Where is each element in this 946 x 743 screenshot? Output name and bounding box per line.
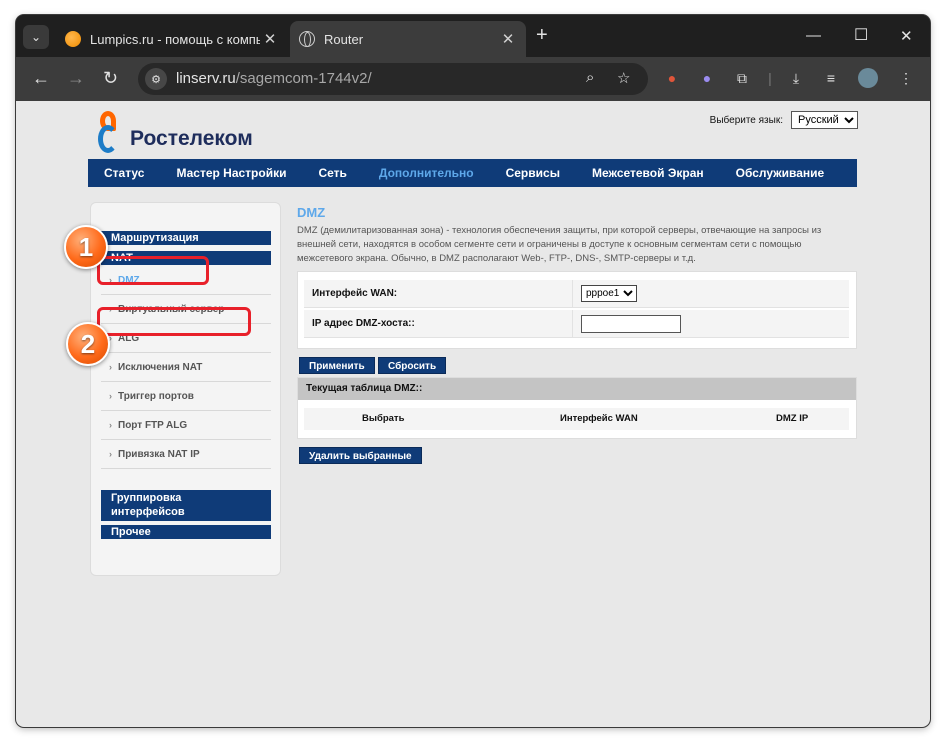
forward-icon[interactable]: → (67, 67, 85, 89)
new-tab-button[interactable]: + (536, 25, 548, 45)
rostelecom-logo-icon (98, 111, 128, 153)
sidebar-item-label: Привязка NAT IP (118, 448, 200, 460)
delete-selected-button[interactable]: Удалить выбранные (299, 447, 422, 464)
close-icon[interactable]: ✕ (498, 30, 518, 48)
dmz-host-input[interactable] (581, 314, 681, 333)
extension-fox-icon[interactable]: ● (662, 68, 682, 88)
maximize-icon[interactable]: ☐ (854, 25, 868, 45)
row-divider (572, 279, 573, 308)
url-host: linserv.ru (176, 70, 236, 87)
column-select: Выбрать (362, 413, 405, 424)
url-path: /sagemcom-1744v2/ (235, 70, 372, 87)
arrow-right-icon: › (109, 362, 112, 372)
sidebar-item-label: Триггер портов (118, 390, 194, 402)
nav-wizard[interactable]: Мастер Настройки (160, 166, 302, 180)
extension-ghost-icon[interactable]: ● (697, 68, 717, 88)
tab-strip: ⌄ Lumpics.ru - помощь с компьютером ✕ Ro… (16, 15, 930, 57)
page-viewport: Ростелеком Выберите язык: Русский Статус… (16, 101, 930, 727)
apply-button[interactable]: Применить (299, 357, 375, 374)
rostelecom-logo: Ростелеком (98, 111, 253, 153)
sidebar-other[interactable]: Прочее (101, 525, 271, 539)
brand-name: Ростелеком (130, 127, 253, 150)
address-bar[interactable]: ⚙ linserv.ru/sagemcom-1744v2/ ⌕ ☆ (138, 63, 648, 95)
callout-highlight-virtual-server (97, 307, 251, 336)
tab-lumpics[interactable]: Lumpics.ru - помощь с компьютером ✕ (56, 21, 288, 57)
extensions-puzzle-icon[interactable]: ⧉ (732, 68, 752, 88)
reset-button[interactable]: Сбросить (378, 357, 447, 374)
back-icon[interactable]: ← (32, 67, 50, 89)
media-control-icon[interactable]: ≡ (821, 68, 841, 88)
language-label: Выберите язык: (709, 114, 783, 126)
sidebar-interface-grouping[interactable]: Группировка интерфейсов (101, 490, 271, 521)
row-divider (572, 309, 573, 338)
sidebar-item-label: Исключения NAT (118, 361, 203, 373)
nav-network[interactable]: Сеть (302, 166, 362, 180)
sidebar-item-ftp-alg-port[interactable]: › Порт FTP ALG (101, 411, 271, 440)
sidebar-item-port-trigger[interactable]: › Триггер портов (101, 382, 271, 411)
sidebar-item-label: Порт FTP ALG (118, 419, 188, 431)
sidebar-group-line2: интерфейсов (111, 506, 185, 518)
dmz-host-row: IP адрес DMZ-хоста:: (304, 309, 849, 338)
chevron-down-icon: ⌄ (30, 30, 42, 44)
zoom-icon[interactable]: ⌕ (586, 69, 594, 86)
site-info-icon[interactable]: ⚙ (145, 68, 167, 90)
wan-interface-row: Интерфейс WAN: pppoe1 (304, 279, 849, 308)
column-wan-interface: Интерфейс WAN (560, 413, 638, 424)
dmz-table-header: Выбрать Интерфейс WAN DMZ IP (304, 408, 849, 430)
language-select[interactable]: Русский (791, 111, 858, 129)
sidebar-item-nat-ip-binding[interactable]: › Привязка NAT IP (101, 440, 271, 469)
wan-interface-label: Интерфейс WAN: (312, 288, 398, 299)
dmz-form: Интерфейс WAN: pppoe1 IP адрес DMZ-хоста… (297, 271, 857, 349)
nav-maintenance[interactable]: Обслуживание (720, 166, 841, 180)
tab-search-button[interactable]: ⌄ (23, 25, 49, 49)
orange-favicon-icon (65, 31, 81, 47)
dmz-description: DMZ (демилитаризованная зона) - технолог… (297, 225, 822, 264)
arrow-right-icon: › (109, 420, 112, 430)
tab-title: Router (324, 31, 364, 47)
nav-status[interactable]: Статус (88, 166, 160, 180)
language-selector: Выберите язык: Русский (710, 111, 858, 129)
main-nav: Статус Мастер Настройки Сеть Дополнитель… (88, 159, 857, 187)
callout-badge-1: 1 (64, 225, 108, 269)
globe-icon (299, 31, 315, 47)
window-close-icon[interactable]: ✕ (900, 27, 913, 45)
callout-highlight-nat (97, 256, 209, 285)
url-text[interactable]: linserv.ru/sagemcom-1744v2/ (176, 70, 372, 87)
page-title: DMZ (297, 205, 326, 220)
dmz-content: DMZ DMZ (демилитаризованная зона) - техн… (297, 205, 857, 464)
toolbar-divider: | (768, 70, 772, 86)
dmz-table: Текущая таблица DMZ:: Выбрать Интерфейс … (297, 377, 857, 439)
nav-advanced[interactable]: Дополнительно (363, 166, 490, 180)
reload-icon[interactable]: ↻ (103, 67, 118, 89)
wan-interface-select[interactable]: pppoe1 (581, 285, 637, 302)
nav-firewall[interactable]: Межсетевой Экран (576, 166, 720, 180)
sidebar-item-nat-exclusions[interactable]: › Исключения NAT (101, 353, 271, 382)
nav-services[interactable]: Сервисы (490, 166, 576, 180)
callout-badge-2: 2 (66, 322, 110, 366)
browser-toolbar: ← → ↻ ⚙ linserv.ru/sagemcom-1744v2/ ⌕ ☆ … (16, 57, 930, 101)
sidebar-routing[interactable]: Маршрутизация (101, 231, 271, 245)
tab-router[interactable]: Router ✕ (290, 21, 526, 57)
tab-title: Lumpics.ru - помощь с компьютером (90, 31, 260, 47)
sidebar-group-line1: Группировка (111, 492, 182, 504)
dmz-host-label: IP адрес DMZ-хоста:: (312, 318, 415, 329)
column-dmz-ip: DMZ IP (776, 413, 809, 424)
profile-avatar[interactable] (858, 68, 878, 88)
download-icon[interactable]: ⤓ (786, 68, 806, 88)
bookmark-star-icon[interactable]: ☆ (617, 69, 630, 87)
minimize-icon[interactable]: — (806, 27, 821, 44)
arrow-right-icon: › (109, 391, 112, 401)
close-icon[interactable]: ✕ (260, 30, 280, 48)
browser-window: ⌄ Lumpics.ru - помощь с компьютером ✕ Ro… (16, 15, 930, 727)
dmz-table-title: Текущая таблица DMZ:: (298, 378, 856, 400)
menu-kebab-icon[interactable]: ⋮ (896, 68, 916, 88)
arrow-right-icon: › (109, 449, 112, 459)
